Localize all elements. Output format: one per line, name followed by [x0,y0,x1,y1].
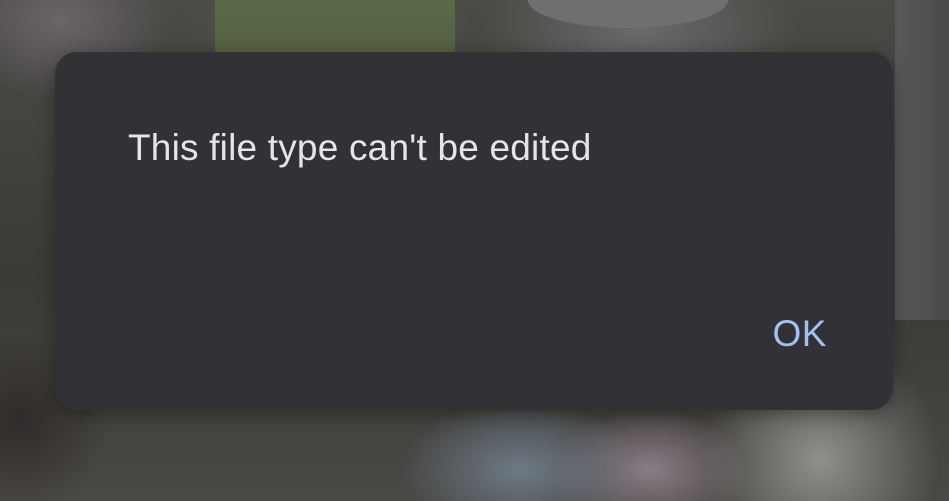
background-window [215,0,455,55]
ok-button[interactable]: OK [759,307,841,361]
screen: This file type can't be edited OK [0,0,949,501]
alert-dialog: This file type can't be edited OK [55,52,893,410]
background-curtain [895,0,949,320]
dialog-message: This file type can't be edited [128,127,592,168]
